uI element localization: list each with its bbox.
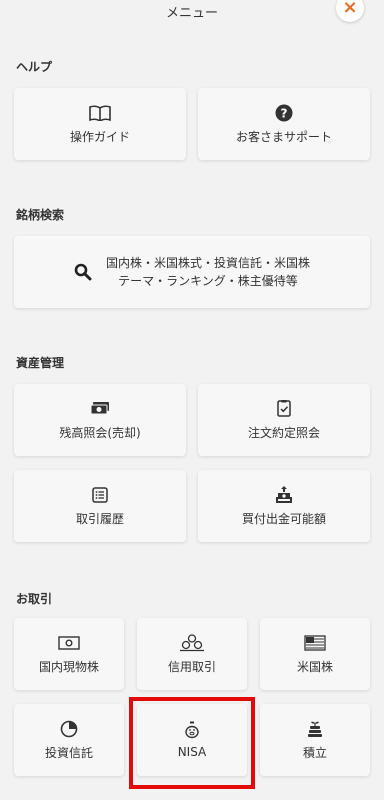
us-stock-label: 米国株 bbox=[296, 659, 333, 674]
stock-search-button[interactable]: 国内株・米国株式・投資信託・米国株 テーマ・ランキング・株主優待等 bbox=[14, 236, 370, 308]
order-inquiry-label: 注文約定照会 bbox=[247, 425, 320, 440]
guide-label: 操作ガイド bbox=[69, 129, 130, 144]
pie-chart-icon bbox=[60, 720, 78, 738]
accumulation-button[interactable]: 積立 bbox=[260, 704, 370, 776]
section-label-search: 銘柄検索 bbox=[16, 208, 65, 222]
cash-bill-icon bbox=[58, 634, 80, 652]
nisa-highlight-frame bbox=[129, 697, 255, 789]
support-button[interactable]: ? お客さまサポート bbox=[198, 88, 370, 160]
support-label: お客さまサポート bbox=[235, 129, 332, 144]
menu-title: メニュー bbox=[165, 6, 218, 21]
stacked-coins-plant-icon bbox=[307, 720, 323, 738]
section-label-help: ヘルプ bbox=[16, 60, 53, 74]
money-tray-icon bbox=[275, 485, 293, 504]
domestic-stock-label: 国内現物株 bbox=[38, 659, 99, 674]
balance-inquiry-label: 残高照会(売却) bbox=[59, 425, 141, 440]
close-icon: × bbox=[342, 0, 358, 18]
guide-button[interactable]: 操作ガイド bbox=[14, 88, 186, 160]
domestic-stock-button[interactable]: 国内現物株 bbox=[14, 618, 124, 690]
coins-icon bbox=[178, 633, 206, 652]
trade-history-label: 取引履歴 bbox=[75, 511, 124, 526]
list-icon bbox=[92, 486, 108, 504]
balance-inquiry-button[interactable]: 残高照会(売却) bbox=[14, 384, 186, 456]
stock-search-line2: テーマ・ランキング・株主優待等 bbox=[118, 274, 298, 288]
order-inquiry-button[interactable]: 注文約定照会 bbox=[198, 384, 370, 456]
investment-trust-button[interactable]: 投資信託 bbox=[14, 704, 124, 776]
svg-text:?: ? bbox=[281, 106, 288, 120]
menu-header: メニュー × bbox=[0, 0, 384, 26]
trade-history-button[interactable]: 取引履歴 bbox=[14, 470, 186, 542]
margin-trading-button[interactable]: 信用取引 bbox=[137, 618, 247, 690]
us-flag-icon bbox=[304, 634, 326, 652]
investment-trust-label: 投資信託 bbox=[44, 745, 93, 760]
stock-search-label: 国内株・米国株式・投資信託・米国株 テーマ・ランキング・株主優待等 bbox=[106, 254, 310, 290]
money-stack-icon bbox=[90, 400, 110, 418]
margin-trading-label: 信用取引 bbox=[167, 659, 216, 674]
order-document-icon bbox=[277, 400, 291, 418]
stock-search-line1: 国内株・米国株式・投資信託・米国株 bbox=[105, 256, 310, 270]
section-label-assets: 資産管理 bbox=[16, 356, 65, 370]
available-funds-label: 買付出金可能額 bbox=[241, 511, 326, 526]
book-icon bbox=[89, 104, 111, 122]
available-funds-button[interactable]: 買付出金可能額 bbox=[198, 470, 370, 542]
accumulation-label: 積立 bbox=[302, 745, 327, 760]
section-label-trade: お取引 bbox=[16, 592, 53, 606]
us-stock-button[interactable]: 米国株 bbox=[260, 618, 370, 690]
search-icon bbox=[74, 263, 92, 281]
question-circle-icon: ? bbox=[275, 104, 293, 122]
